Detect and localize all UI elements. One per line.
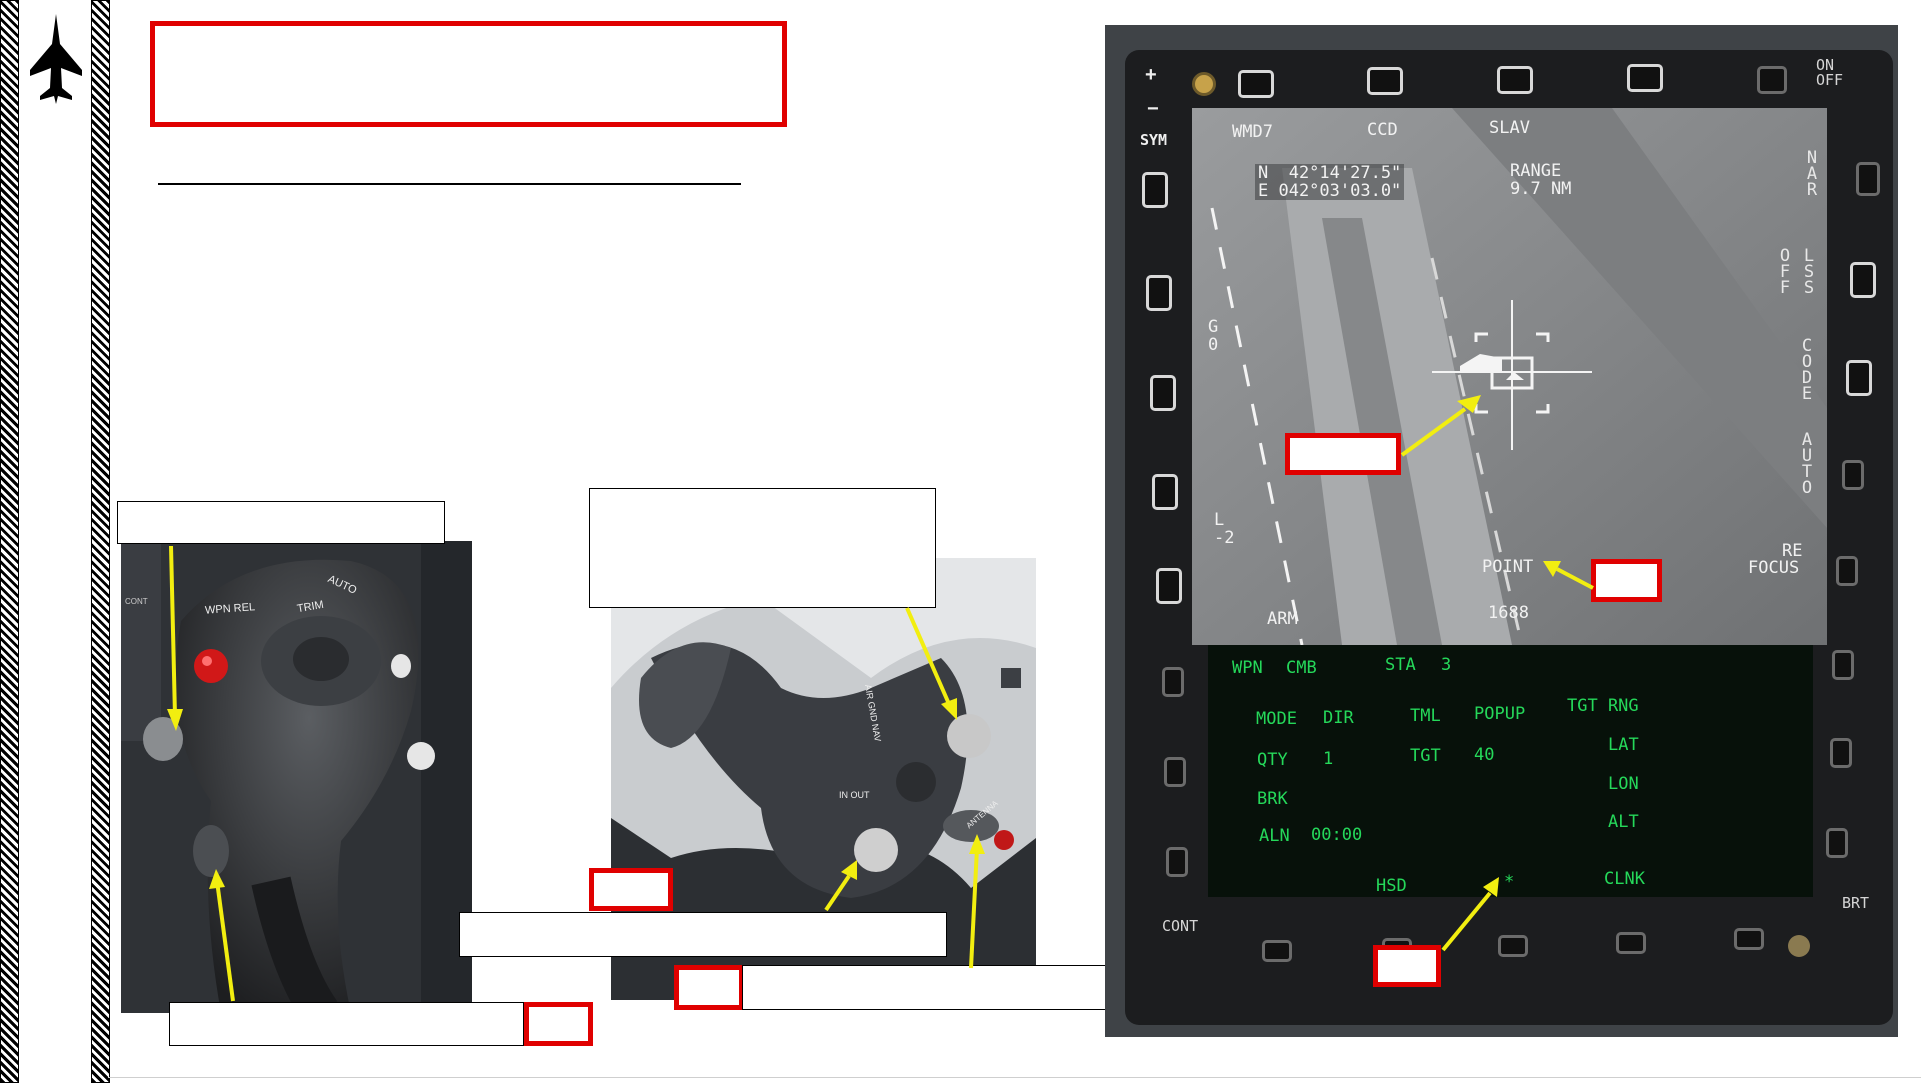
- mfd-arrows: [1400, 395, 1594, 952]
- jet-silhouette-icon: [28, 14, 84, 104]
- stick-bottom-red-tag: [524, 1002, 593, 1046]
- stick-arrows: [167, 545, 235, 1002]
- stick-top-callout: [117, 501, 445, 544]
- throttle-arrows: [824, 607, 985, 969]
- title-box: [150, 21, 787, 127]
- title-underline: [158, 183, 741, 185]
- page-bottom-line: [108, 1077, 1921, 1078]
- left-rail-stripe: [0, 0, 19, 1083]
- right-rail-stripe: [91, 0, 110, 1083]
